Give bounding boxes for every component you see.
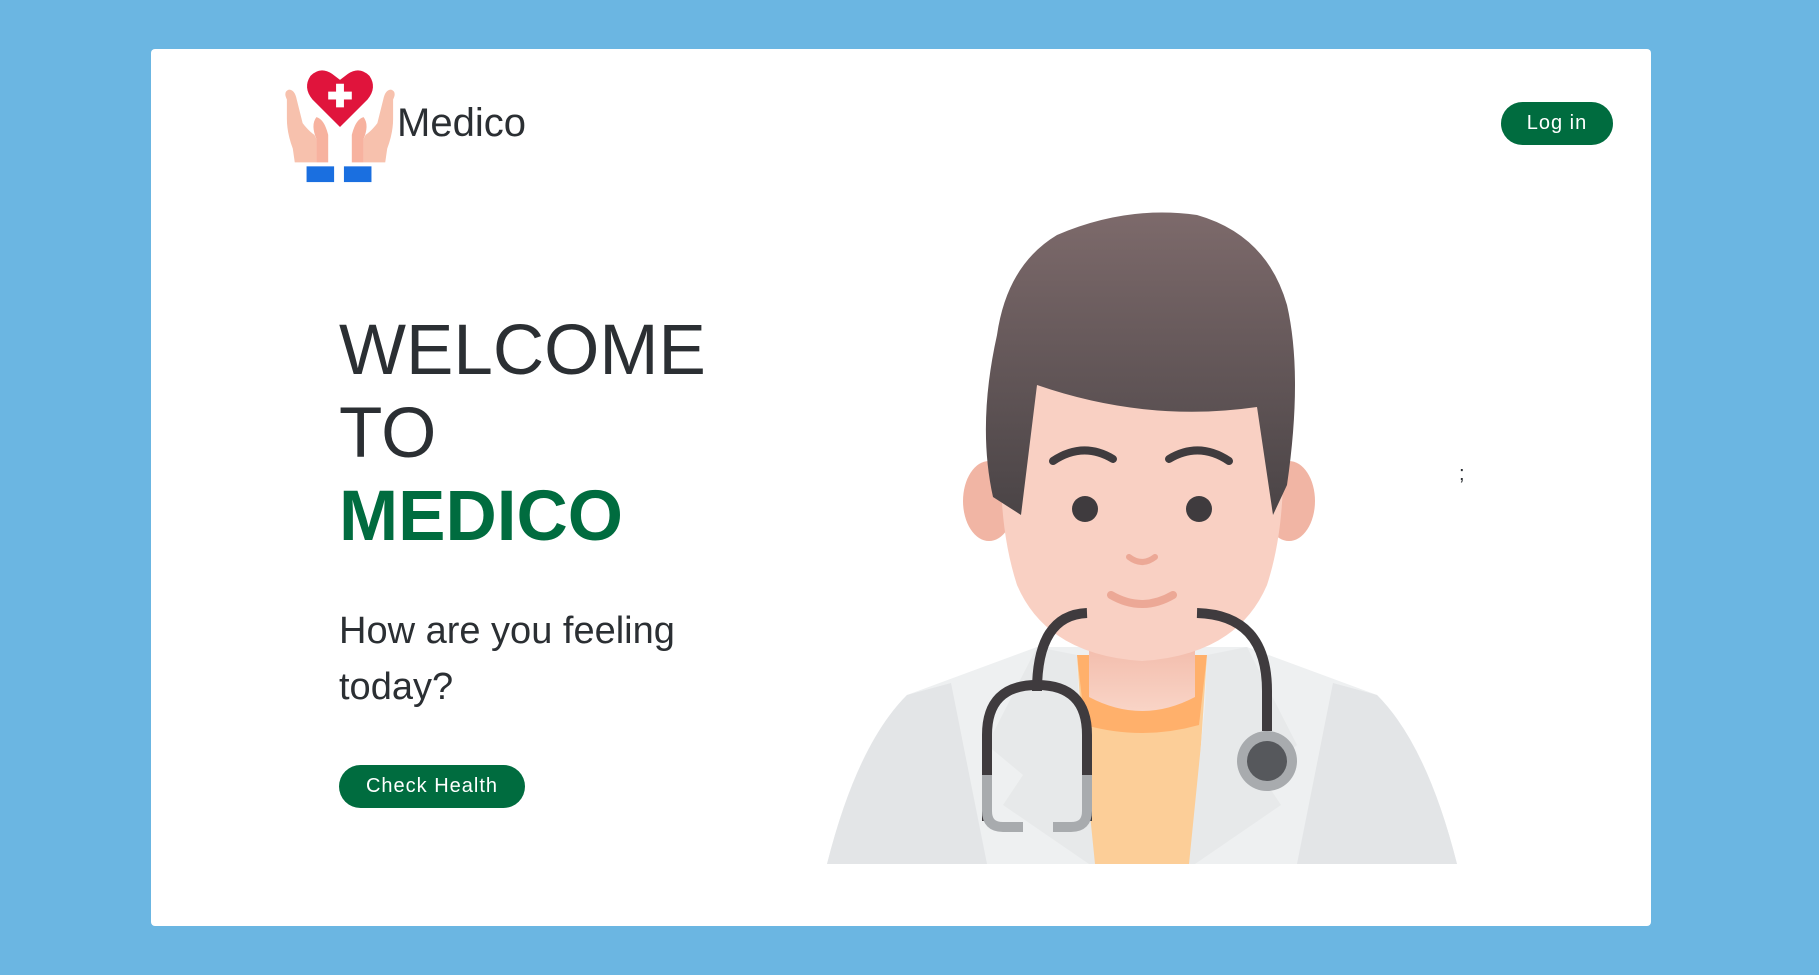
hero-title-line-welcome: WELCOME <box>339 311 706 390</box>
hero-title-line-to: TO <box>339 394 437 473</box>
logo-icon <box>285 70 395 183</box>
check-health-button[interactable]: Check Health <box>339 765 525 808</box>
hero-subtitle: How are you feeling today? <box>339 610 675 708</box>
main-card: Medico Log in WELCOME TO MEDICO How are … <box>151 49 1651 926</box>
brand-name: Medico <box>397 101 526 145</box>
hero-title: WELCOME TO MEDICO <box>339 309 706 558</box>
hero-title-brand: MEDICO <box>339 477 623 556</box>
stray-semicolon: ; <box>1459 463 1465 485</box>
login-button[interactable]: Log in <box>1501 102 1613 145</box>
doctor-illustration-icon <box>827 212 1457 864</box>
